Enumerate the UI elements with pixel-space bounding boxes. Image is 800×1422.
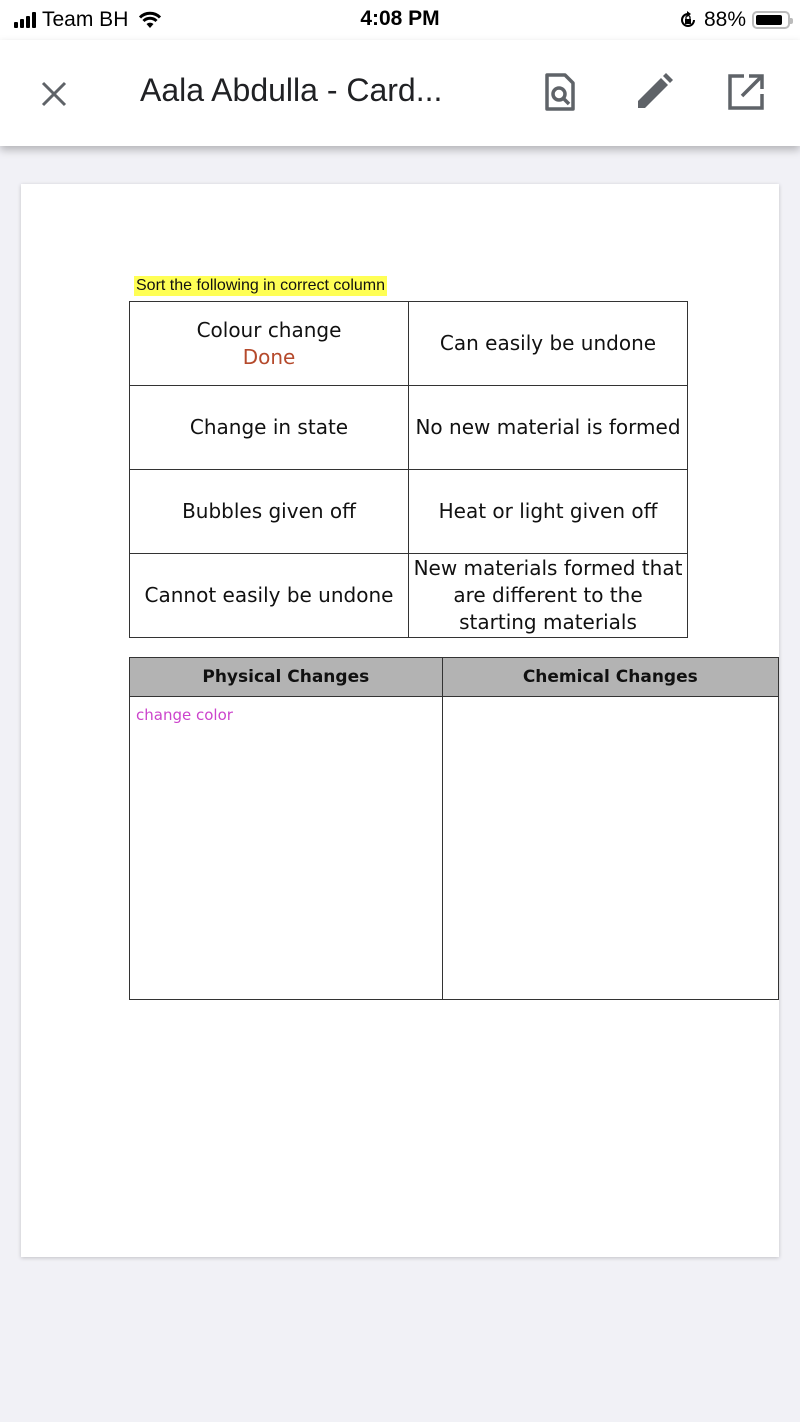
find-in-document-button[interactable]: [538, 70, 582, 114]
status-bar: Team BH 4:08 PM 88%: [0, 0, 800, 40]
card-text: Heat or light given off: [438, 499, 658, 523]
pencil-icon: [638, 73, 673, 108]
chemical-changes-header: Chemical Changes: [441, 657, 780, 697]
changes-sort-table: Physical Changes Chemical Changes change…: [129, 657, 780, 1000]
document-page: Sort the following in correct column Col…: [21, 184, 780, 1257]
edit-button[interactable]: [632, 70, 676, 114]
card-text: Bubbles given off: [182, 499, 356, 523]
instruction-text: Sort the following in correct column: [134, 276, 387, 296]
card-cell: Can easily be undone: [408, 301, 688, 386]
card-cell: Colour change Done: [129, 301, 409, 386]
card-cell: New materials formed that are different …: [408, 553, 688, 638]
document-search-icon: [545, 73, 575, 111]
sorting-cards-table: Colour change Done Can easily be undone …: [129, 301, 688, 638]
close-icon: [41, 81, 67, 107]
card-cell: Change in state: [129, 385, 409, 470]
card-cell: Heat or light given off: [408, 469, 688, 554]
card-text: Can easily be undone: [439, 331, 657, 355]
card-text: New materials formed that are different …: [413, 556, 683, 634]
close-button[interactable]: [34, 74, 74, 114]
app-bar: Aala Abdulla - Card...: [0, 40, 800, 146]
rotation-lock-icon: [681, 11, 695, 27]
open-external-button[interactable]: [724, 70, 768, 114]
card-cell: Bubbles given off: [129, 469, 409, 554]
card-text: No new material is formed: [415, 415, 681, 439]
card-text: Colour change: [196, 317, 342, 342]
battery-percent: 88%: [703, 8, 746, 31]
physical-answer-entry: change color: [136, 706, 233, 724]
document-title: Aala Abdulla - Card...: [140, 72, 443, 108]
card-text: Change in state: [189, 415, 349, 439]
battery-icon: [752, 11, 793, 29]
card-text: Cannot easily be undone: [144, 583, 394, 607]
done-annotation: Done: [242, 344, 296, 369]
card-cell: No new material is formed: [408, 385, 688, 470]
physical-changes-cell: change color: [129, 696, 443, 1000]
card-cell: Cannot easily be undone: [129, 553, 409, 638]
physical-changes-header: Physical Changes: [129, 657, 443, 697]
chemical-changes-cell: [441, 696, 780, 1000]
open-in-new-icon: [728, 74, 764, 110]
